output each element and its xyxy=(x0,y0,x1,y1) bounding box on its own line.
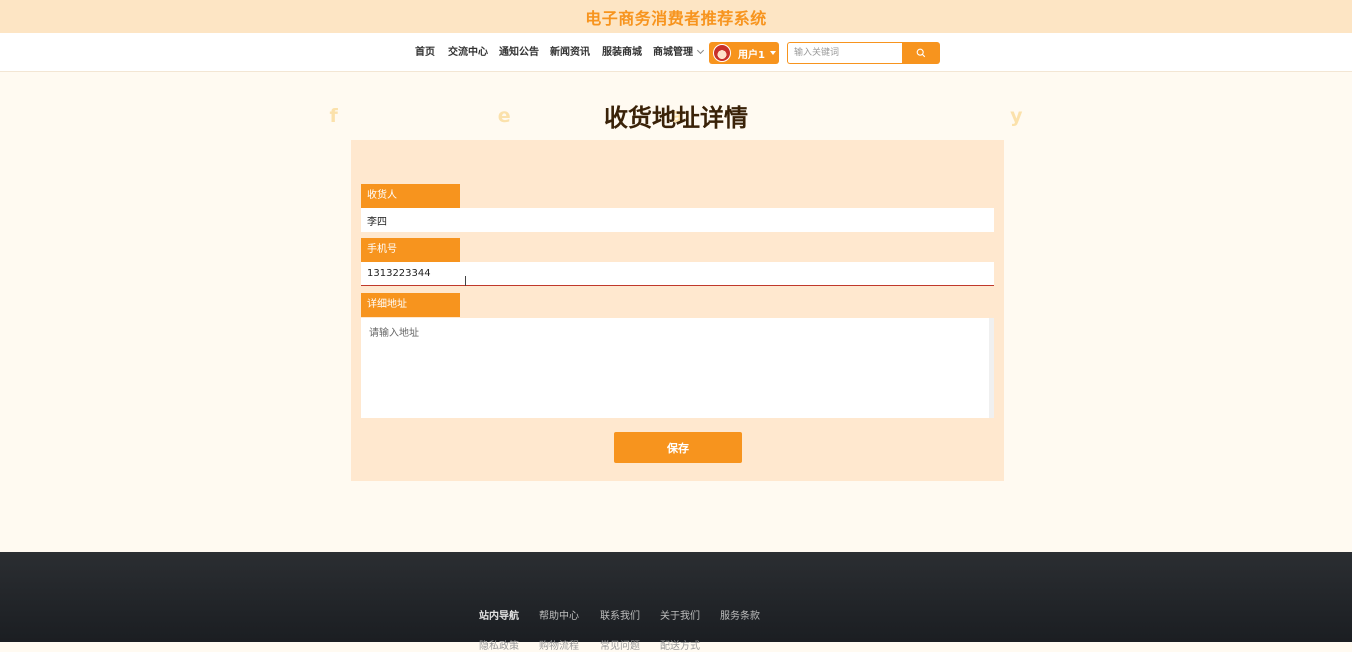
caret-down-icon xyxy=(769,51,776,55)
navbar: 首页 交流中心 通知公告 新闻资讯 服装商城 商城管理 用户1 xyxy=(0,33,1352,72)
phone-label: 手机号 xyxy=(361,238,460,262)
search-icon xyxy=(916,48,926,58)
footer-link-site-nav[interactable]: 站内导航 xyxy=(479,607,519,622)
user-label: 用户1 xyxy=(738,49,765,61)
chevron-down-icon xyxy=(696,46,705,55)
footer-link-delivery[interactable]: 配送方式 xyxy=(660,637,700,652)
search-input[interactable] xyxy=(787,42,903,64)
page-heading-area: fea y 收货地址详情 xyxy=(0,95,1352,135)
address-textarea[interactable] xyxy=(361,318,994,418)
save-button[interactable]: 保存 xyxy=(614,432,742,463)
footer-link-shopping-flow[interactable]: 购物流程 xyxy=(539,637,579,652)
user-menu-button[interactable]: 用户1 xyxy=(709,42,779,64)
address-label: 详细地址 xyxy=(361,293,460,317)
site-title: 电子商务消费者推荐系统 xyxy=(585,8,767,28)
footer-link-about[interactable]: 关于我们 xyxy=(660,607,700,622)
nav-item-forum[interactable]: 交流中心 xyxy=(448,33,488,72)
nav-item-notices[interactable]: 通知公告 xyxy=(499,33,539,72)
search-button[interactable] xyxy=(902,42,940,64)
footer-link-faq[interactable]: 常见问题 xyxy=(600,637,640,652)
phone-input[interactable] xyxy=(361,262,994,286)
avatar xyxy=(713,44,731,62)
page-title: 收货地址详情 xyxy=(604,104,748,132)
nav-item-mall-management-label: 商城管理 xyxy=(653,47,693,58)
footer-link-contact[interactable]: 联系我们 xyxy=(600,607,640,622)
receiver-input[interactable] xyxy=(361,208,994,232)
footer-link-privacy[interactable]: 隐私政策 xyxy=(479,637,519,652)
text-cursor-icon xyxy=(465,276,466,286)
footer: 站内导航 帮助中心 联系我们 关于我们 服务条款 隐私政策 购物流程 常见问题 … xyxy=(0,552,1352,652)
site-title-bar: 电子商务消费者推荐系统 xyxy=(0,0,1352,33)
footer-link-terms[interactable]: 服务条款 xyxy=(720,607,760,622)
nav-item-news[interactable]: 新闻资讯 xyxy=(550,33,590,72)
footer-link-help[interactable]: 帮助中心 xyxy=(539,607,579,622)
address-form: 收货人 手机号 详细地址 保存 xyxy=(351,140,1004,481)
receiver-label: 收货人 xyxy=(361,184,460,208)
nav-item-home[interactable]: 首页 xyxy=(415,33,435,72)
nav-item-clothing-mall[interactable]: 服装商城 xyxy=(602,33,642,72)
nav-item-mall-management[interactable]: 商城管理 xyxy=(653,33,705,72)
